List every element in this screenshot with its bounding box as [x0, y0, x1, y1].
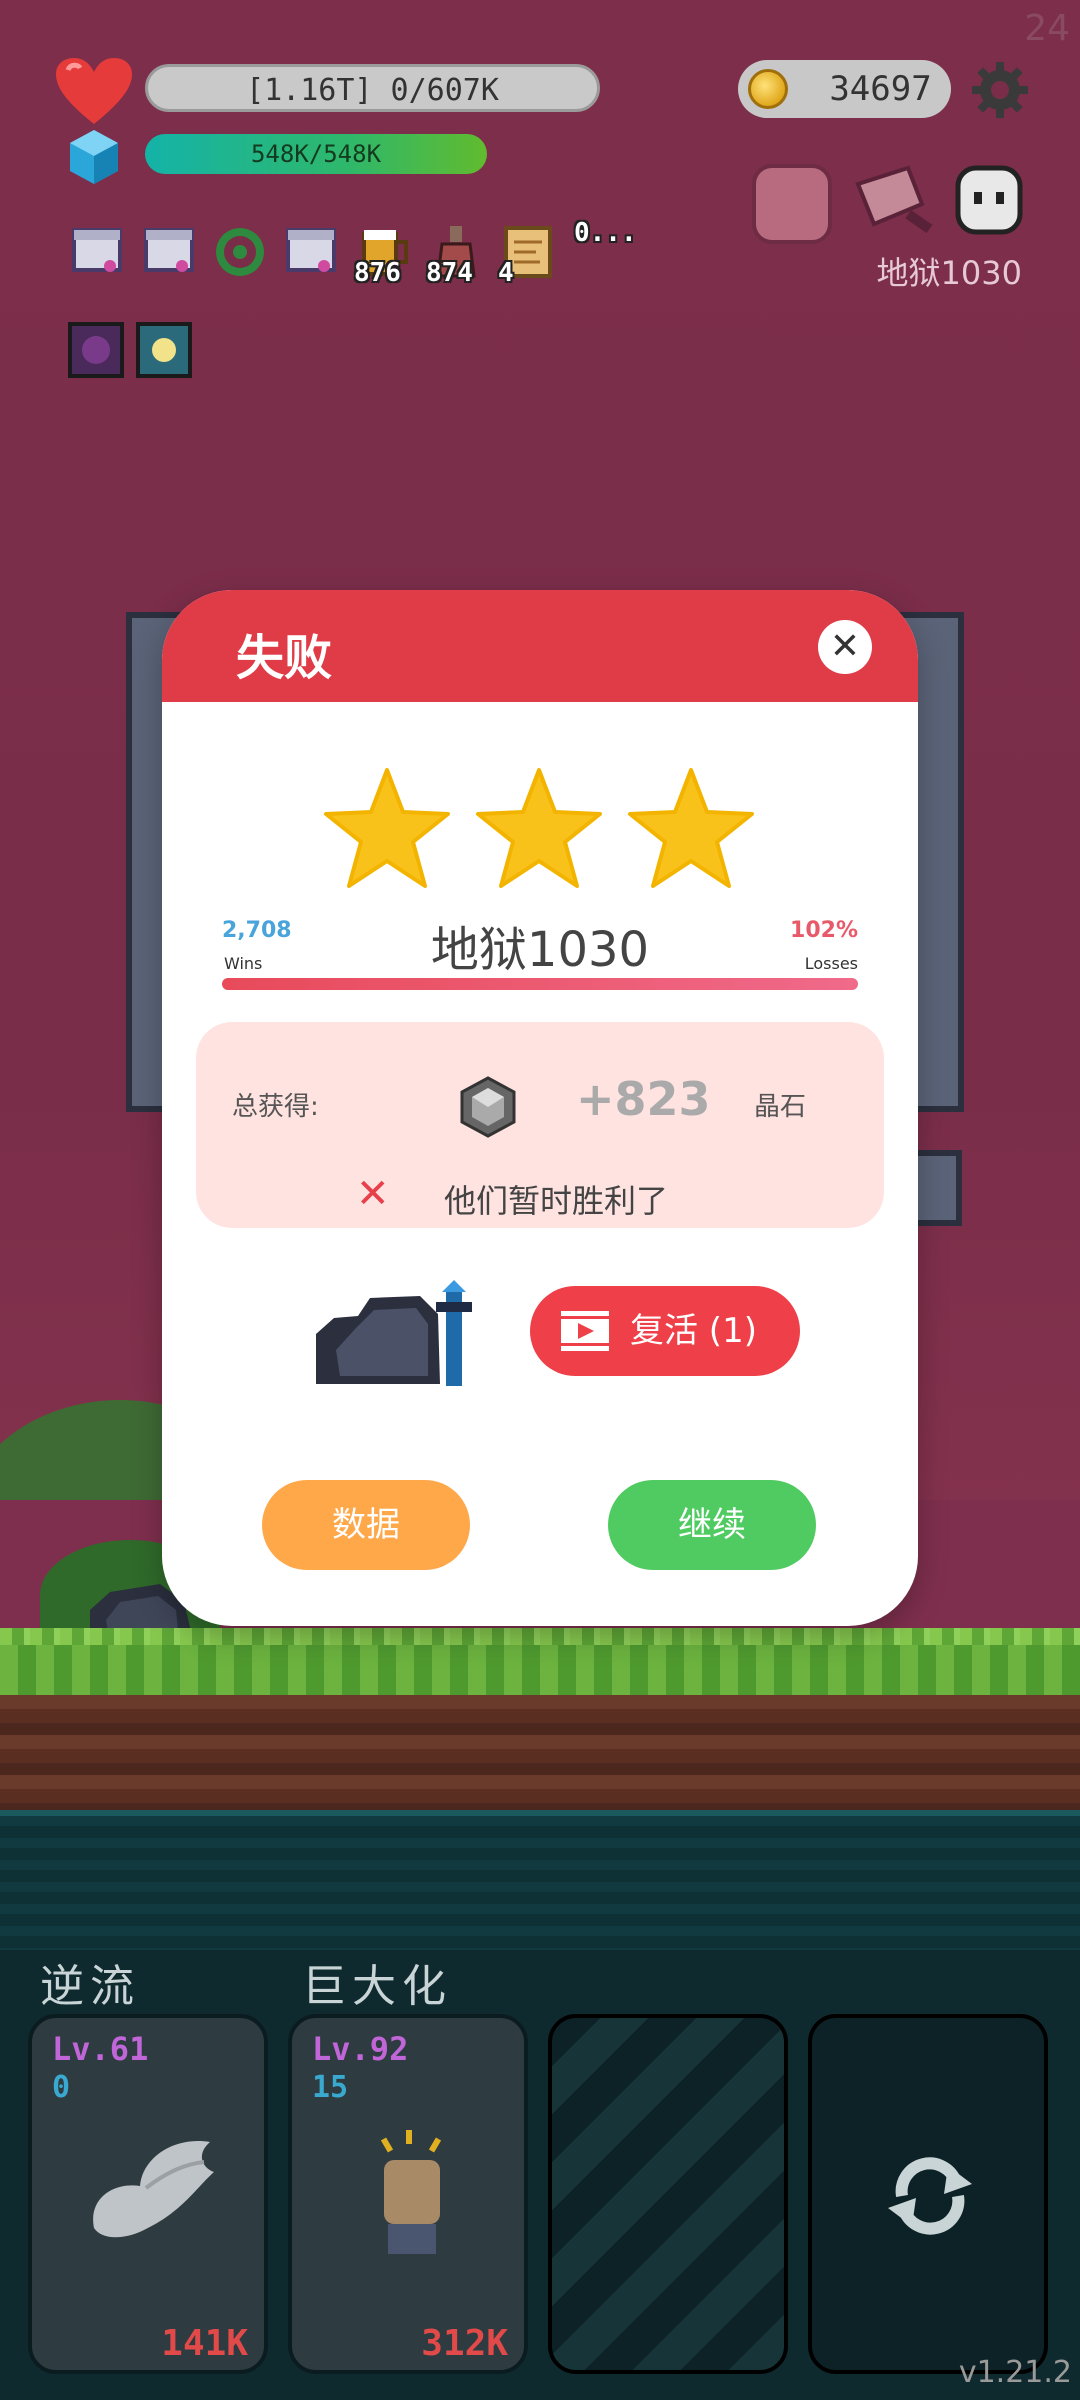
inventory-item[interactable]	[212, 224, 268, 280]
refresh-skill-slot[interactable]	[808, 2014, 1048, 2374]
inventory-item[interactable]: 876	[354, 224, 412, 288]
item-count: 4	[498, 258, 514, 288]
hp-bar: [1.16T] 0/607K	[145, 64, 600, 112]
skill-sub-value: 15	[312, 2070, 349, 2105]
skill-name: 逆流	[40, 1961, 140, 2012]
crystal-gem-icon	[460, 1076, 516, 1138]
scroll-bow-icon	[72, 228, 122, 272]
star-icon	[476, 768, 602, 888]
version-label: v1.21.2	[958, 2355, 1072, 2390]
data-button[interactable]: 数据	[262, 1480, 470, 1570]
fallen-hero-sprite	[316, 1280, 472, 1386]
defeat-dialog: 失败 ✕ 2,708 Wins 地狱1030 102% Losses 总获得: …	[162, 590, 918, 1626]
skill-cost: 312K	[421, 2323, 508, 2364]
video-ad-icon	[561, 1311, 609, 1351]
fail-x-icon: ✕	[356, 1171, 390, 1217]
continue-button[interactable]: 继续	[608, 1480, 816, 1570]
inventory-item[interactable]: 874	[426, 224, 484, 288]
coin-counter: 34697	[738, 60, 951, 118]
inventory-item[interactable]: 4	[498, 224, 556, 288]
demon-buff-icon	[68, 322, 124, 378]
skill-name: 巨大化	[302, 1961, 452, 2012]
mana-crystal-icon	[70, 130, 118, 184]
skill-panel: 逆流 巨大化 Lv.61 0 141K Lv.92 15 312K	[0, 1950, 1080, 2400]
water	[0, 1810, 1080, 1950]
fist-icon	[380, 2130, 442, 2254]
coin-value: 34697	[829, 69, 932, 109]
items-more[interactable]: 0...	[574, 218, 637, 248]
dialog-title: 失败	[236, 630, 333, 686]
reward-amount: +823	[576, 1072, 711, 1126]
reward-panel: 总获得: +823 晶石 ✕ 他们暂时胜利了	[196, 1022, 884, 1228]
corner-number: 24	[1024, 8, 1070, 49]
revive-label: 复活 (1)	[630, 1311, 757, 1351]
companion-ghost-icon[interactable]	[954, 164, 1024, 236]
scroll-bow-icon	[144, 228, 194, 272]
skill-level: Lv.92	[312, 2030, 409, 2068]
skill-card[interactable]: Lv.61 0 141K	[28, 2014, 268, 2374]
star-icon	[324, 768, 450, 888]
refresh-icon	[888, 2157, 972, 2235]
skill-sub-value: 0	[52, 2070, 71, 2105]
revive-button[interactable]: 复活 (1)	[530, 1286, 800, 1376]
scroll-bow-icon	[286, 228, 336, 272]
coin-icon	[748, 69, 788, 109]
mana-bar: 548K/548K	[145, 134, 487, 174]
skill-cost: 141K	[161, 2323, 248, 2364]
losses-value: 102%	[790, 918, 858, 943]
losses-label: Losses	[804, 954, 858, 973]
gear-icon[interactable]	[970, 60, 1030, 120]
empty-skill-slot[interactable]	[548, 2014, 788, 2374]
skill-card[interactable]: Lv.92 15 312K	[288, 2014, 528, 2374]
item-count: 874	[426, 258, 473, 288]
dirt	[0, 1695, 1080, 1810]
star-icon	[628, 768, 754, 888]
reward-unit: 晶石	[754, 1092, 807, 1122]
heart-icon	[56, 58, 132, 124]
fail-message: 他们暂时胜利了	[444, 1182, 669, 1220]
inventory-item[interactable]	[142, 224, 198, 280]
skill-level: Lv.61	[52, 2030, 149, 2068]
stage-label: 地狱1030	[876, 254, 1022, 292]
inventory-item[interactable]	[284, 224, 340, 280]
wing-icon	[93, 2141, 214, 2238]
light-buff-icon	[136, 322, 192, 378]
reward-label: 总获得:	[232, 1092, 319, 1122]
grass	[0, 1645, 1080, 1695]
companion-cleaver-icon[interactable]	[848, 164, 938, 248]
companion-portrait-girl-icon[interactable]	[752, 164, 832, 244]
item-count: 876	[354, 258, 401, 288]
inventory-item[interactable]	[70, 224, 126, 280]
close-button[interactable]: ✕	[818, 620, 872, 674]
progress-bar	[222, 978, 858, 990]
biohazard-icon	[216, 228, 264, 276]
